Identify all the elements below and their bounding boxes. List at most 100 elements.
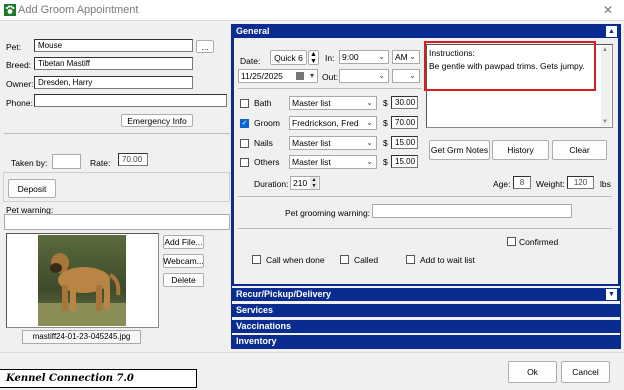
confirmed-label: Confirmed [519,237,559,247]
chevron-down-icon: ⌄ [366,138,373,147]
clear-button[interactable]: Clear [552,140,607,160]
section-vaccinations[interactable]: Vaccinations [232,320,620,333]
add-to-wait-list-label: Add to wait list [420,255,475,265]
webcam-button[interactable]: Webcam... [163,254,204,268]
pet-label: Pet: [6,42,22,52]
call-when-done-label: Call when done [266,255,325,265]
nails-price[interactable]: 15.00 [391,136,418,149]
spin-arrows-icon[interactable]: ▲ ▼ [310,177,318,189]
called-checkbox[interactable] [340,255,349,264]
groom-checkbox[interactable]: ✓ [240,119,249,128]
section-inventory[interactable]: Inventory [232,335,620,348]
divider [4,133,230,134]
pet-photo [38,235,126,326]
instructions-label: Instructions: [429,48,475,58]
date-spinner[interactable]: ▲ ▼ [308,50,319,65]
brand-box: Kennel Connection 7.0 [0,369,197,388]
calendar-icon[interactable] [296,72,304,80]
bath-label: Bath [254,98,272,108]
age-label: Age: [493,179,511,189]
spin-arrows-icon: ▲ ▼ [310,50,317,65]
in-time-select[interactable]: 9:00 ⌄ [339,50,389,64]
ok-button[interactable]: Ok [508,361,557,383]
pet-warning-field[interactable] [4,214,230,230]
cancel-button[interactable]: Cancel [561,361,610,383]
app-paw-icon [4,4,16,16]
bath-provider-select[interactable]: Master list ⌄ [289,96,377,110]
weight-label: Weight: [536,179,565,189]
chevron-down-icon[interactable]: ▾ [310,71,314,80]
scroll-up-icon[interactable]: ▲ [602,47,608,53]
bath-currency: $ [383,98,388,108]
pet-lookup-button[interactable]: ... [196,40,214,53]
weight-field: 120 [567,176,594,189]
chevron-down-icon: ⌄ [409,71,416,80]
chevron-down-icon: ⌄ [366,118,373,127]
section-general-label: General [236,26,270,36]
chevron-down-icon: ⌄ [409,52,416,61]
expand-down-icon[interactable]: ▼ [606,289,617,300]
chevron-down-icon: ⌄ [378,52,385,61]
window-title: Add Groom Appointment [18,4,139,16]
nails-provider-select[interactable]: Master list ⌄ [289,136,377,150]
phone-field[interactable] [34,94,227,107]
section-general[interactable]: General ▲ [232,25,620,38]
rate-label: Rate: [90,158,111,168]
in-ampm-select[interactable]: AM ⌄ [392,50,420,64]
others-price[interactable]: 15.00 [391,155,418,168]
brand-text: Kennel Connection 7.0 [6,373,134,384]
chevron-down-icon: ⌄ [366,157,373,166]
section-inventory-label: Inventory [236,336,277,346]
groom-provider-value: Fredrickson, Fred [292,118,359,128]
instructions-scrollbar[interactable]: ▲ ▼ [601,46,611,126]
pet-grooming-warning-field[interactable] [372,204,572,218]
section-recur[interactable]: Recur/Pickup/Delivery ▼ [232,288,620,301]
duration-spinner[interactable]: 210 ▲ ▼ [290,176,320,190]
nails-checkbox[interactable] [240,139,249,148]
deposit-button[interactable]: Deposit [8,179,56,198]
collapse-up-icon[interactable]: ▲ [606,26,617,37]
date-picker[interactable]: 11/25/2025 ▾ [238,69,318,83]
groom-label: Groom [254,118,280,128]
emergency-info-button[interactable]: Emergency Info [121,114,193,127]
section-vaccinations-label: Vaccinations [236,321,292,331]
out-ampm-select[interactable]: ⌄ [392,69,420,83]
taken-by-field[interactable] [52,154,81,169]
rate-field: 70.00 [118,153,148,166]
groom-price[interactable]: 70.00 [391,116,418,129]
groom-provider-select[interactable]: Fredrickson, Fred ⌄ [289,116,377,130]
get-grm-notes-button[interactable]: Get Grm Notes [429,140,490,160]
nails-provider-value: Master list [292,138,331,148]
phone-label: Phone: [6,98,33,108]
others-checkbox[interactable] [240,158,249,167]
pet-field[interactable]: Mouse [34,39,193,52]
call-when-done-checkbox[interactable] [252,255,261,264]
photo-frame [6,233,159,328]
breed-label: Breed: [6,60,32,70]
date-value: 11/25/2025 [241,71,283,81]
out-time-select[interactable]: ⌄ [339,69,389,83]
scroll-down-icon[interactable]: ▼ [602,119,608,125]
nails-label: Nails [254,138,273,148]
instructions-text: Be gentle with pawpad trims. Gets jumpy. [429,61,585,71]
bath-checkbox[interactable] [240,99,249,108]
out-label: Out: [322,72,339,82]
chevron-down-icon: ⌄ [378,71,385,80]
duration-label: Duration: [254,179,289,189]
quick-date-button[interactable]: Quick 6 [270,50,307,65]
photo-filename: mastiff24-01-23-045245.jpg [22,330,141,344]
section-services[interactable]: Services [232,304,620,317]
weight-unit: lbs [600,179,611,189]
duration-value: 210 [293,178,308,188]
in-label: In: [325,53,335,63]
in-time-value: 9:00 [342,52,359,62]
delete-photo-button[interactable]: Delete [163,273,204,287]
add-to-wait-list-checkbox[interactable] [406,255,415,264]
confirmed-checkbox[interactable] [507,237,516,246]
history-button[interactable]: History [492,140,549,160]
close-icon[interactable]: ✕ [603,3,613,17]
bath-price[interactable]: 30.00 [391,96,418,109]
divider [238,196,612,197]
others-provider-select[interactable]: Master list ⌄ [289,155,377,169]
add-file-button[interactable]: Add File... [163,235,204,249]
